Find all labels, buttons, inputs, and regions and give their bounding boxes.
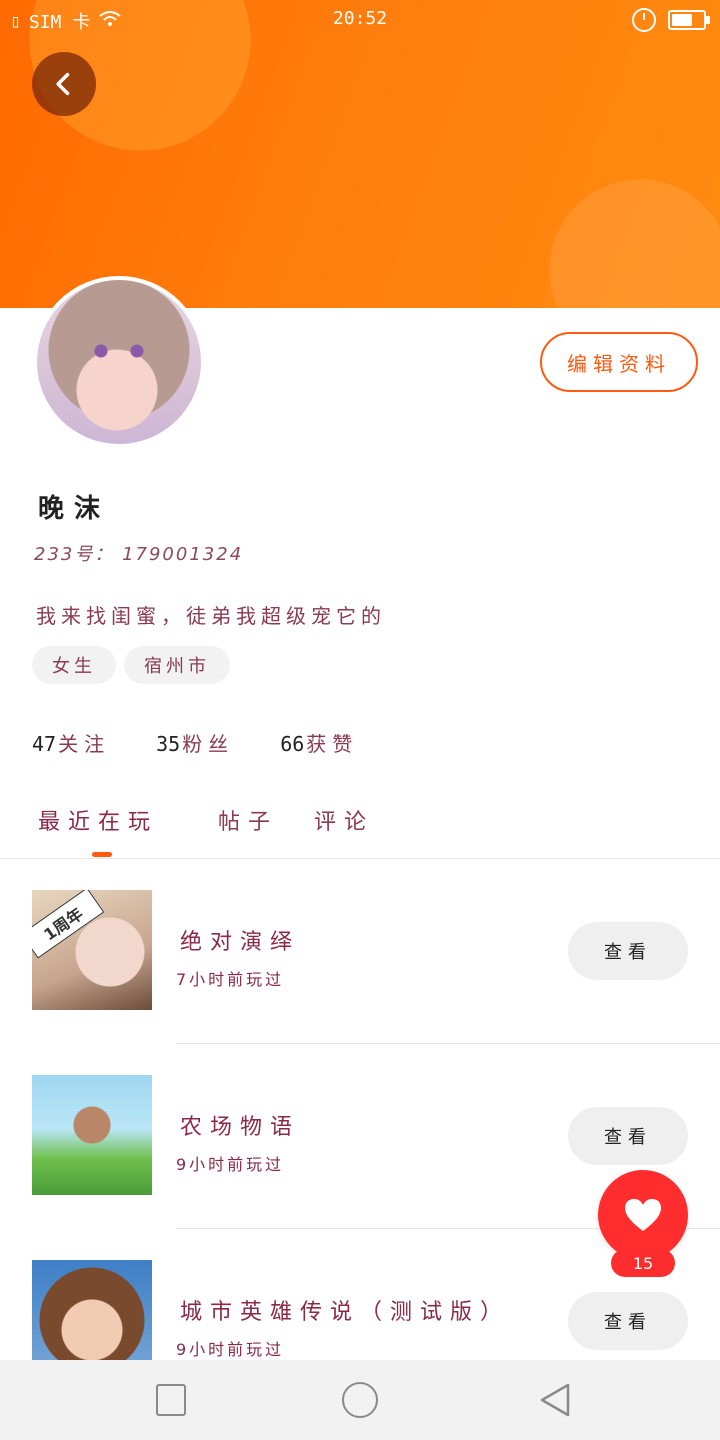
view-button[interactable]: 查看 [568, 922, 688, 980]
stat-followers-label: 粉丝 [182, 732, 235, 756]
stat-following[interactable]: 47 关注 [32, 728, 110, 757]
tab-indicator [92, 852, 112, 857]
tag-city: 宿州市 [124, 646, 230, 684]
game-title: 绝对演绎 [180, 930, 301, 955]
system-nav-bar [0, 1360, 720, 1440]
avatar[interactable] [33, 276, 205, 448]
nav-square-icon[interactable] [156, 1384, 186, 1416]
profile-tags: 女生 宿州市 [32, 646, 230, 684]
battery-icon [668, 10, 710, 30]
stat-following-label: 关注 [58, 732, 111, 756]
view-button[interactable]: 查看 [568, 1107, 688, 1165]
stat-likes-label: 获赞 [306, 732, 359, 756]
game-last-played: 9小时前玩过 [176, 1340, 285, 1359]
profile-stats: 47 关注 35 粉丝 66 获赞 [32, 728, 358, 757]
game-last-played: 9小时前玩过 [176, 1155, 285, 1174]
stat-followers-count: 35 [156, 732, 181, 756]
tab-posts[interactable]: 帖子 [218, 804, 278, 836]
back-button[interactable] [32, 52, 96, 116]
game-title: 农场物语 [180, 1115, 301, 1140]
game-title: 城市英雄传说（测试版） [180, 1300, 511, 1325]
anniversary-badge: 1周年 [32, 890, 105, 959]
view-button[interactable]: 查看 [568, 1292, 688, 1350]
stat-likes-count: 66 [280, 732, 305, 756]
tabs-divider [0, 858, 720, 859]
like-fab[interactable] [598, 1170, 688, 1260]
game-thumbnail [32, 1075, 152, 1195]
stat-followers[interactable]: 35 粉丝 [156, 728, 234, 757]
profile-tabs: 最近在玩 帖子 评论 [38, 804, 718, 864]
status-time: 20:52 [332, 8, 388, 29]
like-count: 15 [611, 1249, 675, 1277]
tab-recent-play[interactable]: 最近在玩 [38, 804, 158, 836]
profile-header: ▯ SIM 卡 20:52 [0, 0, 720, 308]
bio: 我来找闺蜜，徒弟我超级宠它的 [36, 604, 386, 628]
stat-likes[interactable]: 66 获赞 [280, 728, 358, 757]
tab-comments[interactable]: 评论 [314, 804, 374, 836]
row-divider [176, 1043, 720, 1044]
edit-profile-button[interactable]: 编辑资料 [540, 332, 698, 392]
avatar-image [37, 280, 201, 444]
username: 晚沫 [38, 494, 111, 524]
status-bar: ▯ SIM 卡 20:52 [0, 0, 720, 40]
alarm-icon [632, 8, 656, 32]
list-item[interactable]: 1周年 绝对演绎 7小时前玩过 查看 [0, 860, 720, 1045]
status-right [632, 8, 710, 32]
stat-following-count: 47 [32, 732, 57, 756]
nav-back-icon[interactable] [538, 1382, 572, 1418]
tag-gender: 女生 [32, 646, 116, 684]
game-last-played: 7小时前玩过 [176, 970, 285, 989]
back-icon [56, 72, 70, 96]
game-thumbnail: 1周年 [32, 890, 152, 1010]
user-id: 233号： 179001324 [34, 544, 244, 565]
nav-home-icon[interactable] [342, 1382, 378, 1418]
heart-icon [625, 1199, 661, 1231]
